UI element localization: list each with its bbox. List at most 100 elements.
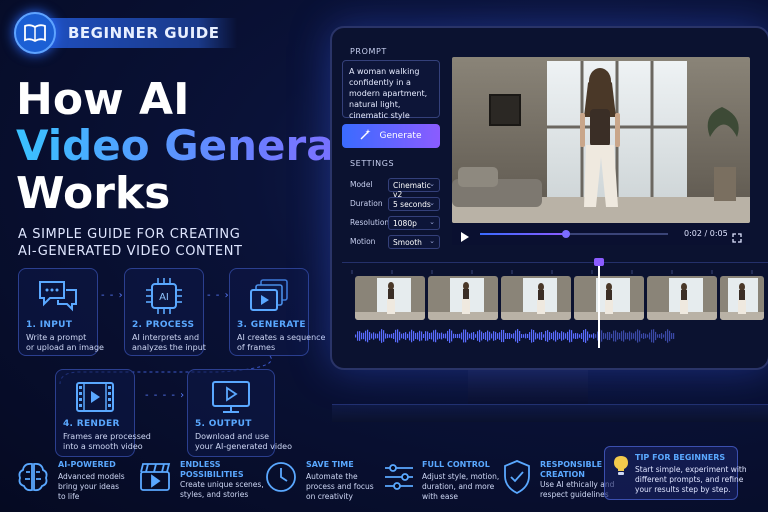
waveform-bar [357, 331, 359, 341]
tip-desc: Start simple, experiment with different p… [635, 465, 747, 494]
waveform-bar [385, 333, 387, 339]
chevron-down-icon: ⌄ [429, 180, 435, 188]
waveform-bar [575, 332, 577, 340]
waveform-bar [387, 333, 389, 339]
fullscreen-icon[interactable] [732, 228, 742, 247]
waveform-bar [393, 332, 395, 340]
waveform-bar [401, 333, 403, 339]
monitor-play-icon [209, 376, 253, 418]
feature-save-time-title: SAVE TIME [306, 460, 354, 469]
audio-waveform [355, 326, 681, 346]
subtitle-line-1: A SIMPLE GUIDE FOR CREATING [18, 227, 241, 242]
waveform-bar [565, 333, 567, 339]
waveform-bar [435, 329, 437, 343]
waveform-bar [409, 331, 411, 341]
waveform-bar [661, 333, 663, 339]
open-book-icon [14, 12, 56, 54]
waveform-bar [425, 331, 427, 341]
step-4-title: 4. RENDER [63, 419, 120, 429]
waveform-bar [647, 334, 649, 338]
waveform-bar [355, 334, 357, 338]
video-controls: 0:02 / 0:05 [452, 223, 750, 245]
waveform-bar [507, 333, 509, 339]
frame-thumbnail[interactable] [647, 276, 717, 320]
waveform-bar [625, 332, 627, 340]
feature-ai-powered-title: AI-POWERED [58, 460, 116, 469]
waveform-bar [617, 332, 619, 340]
frame-thumbnail[interactable] [720, 276, 764, 320]
waveform-bar [405, 332, 407, 340]
waveform-bar [421, 331, 423, 341]
waveform-bar [451, 330, 453, 342]
waveform-bar [481, 331, 483, 341]
waveform-bar [589, 334, 591, 338]
prompt-input[interactable]: A woman walking confidently in a modern … [342, 60, 440, 120]
duration-select[interactable]: 5 seconds ⌄ [388, 197, 440, 211]
waveform-bar [579, 334, 581, 338]
waveform-bar [601, 330, 603, 342]
waveform-bar [403, 333, 405, 339]
model-select[interactable]: Cinematic v2 ⌄ [388, 178, 440, 199]
waveform-bar [609, 332, 611, 340]
playhead[interactable] [593, 258, 604, 348]
badge-label: BEGINNER GUIDE [42, 18, 238, 48]
waveform-bar [567, 331, 569, 341]
step-3-title: 3. GENERATE [237, 320, 306, 330]
waveform-bar [649, 332, 651, 340]
chevron-down-icon: ⌄ [429, 237, 435, 245]
waveform-bar [671, 333, 673, 339]
waveform-bar [389, 334, 391, 338]
chevron-down-icon: ⌄ [429, 199, 435, 207]
motion-select[interactable]: Smooth ⌄ [388, 235, 440, 249]
tip-title: TIP FOR BEGINNERS [635, 453, 726, 462]
step-1-title: 1. INPUT [26, 320, 73, 330]
beginner-guide-badge: BEGINNER GUIDE [14, 12, 238, 54]
monitor-stand [468, 370, 588, 404]
waveform-bar [635, 331, 637, 341]
waveform-bar [637, 329, 639, 343]
waveform-bar [581, 332, 583, 340]
title-line-3: Works [16, 168, 171, 219]
film-strip-icon [71, 376, 119, 418]
waveform-bar [379, 331, 381, 341]
waveform-bar [655, 331, 657, 341]
waveform-bar [491, 333, 493, 339]
resolution-select[interactable]: 1080p ⌄ [388, 216, 440, 230]
frame-thumbnail[interactable] [574, 276, 644, 320]
waveform-bar [521, 333, 523, 339]
waveform-bar [569, 329, 571, 343]
waveform-bar [659, 334, 661, 338]
video-preview[interactable] [452, 57, 750, 223]
playhead-handle[interactable] [593, 258, 604, 266]
progress-track[interactable] [480, 230, 668, 238]
subtitle-line-2: AI-GENERATED VIDEO CONTENT [18, 244, 243, 259]
frame-thumbnail[interactable] [355, 276, 425, 320]
generate-button[interactable]: Generate [342, 124, 440, 148]
subtitle: A SIMPLE GUIDE FOR CREATING AI-GENERATED… [18, 226, 243, 260]
waveform-bar [373, 332, 375, 340]
setting-resolution: Resolution 1080p ⌄ [350, 216, 442, 232]
generate-label: Generate [379, 131, 422, 141]
waveform-bar [613, 330, 615, 342]
waveform-bar [381, 329, 383, 343]
progress-knob[interactable] [562, 230, 571, 238]
setting-model: Model Cinematic v2 ⌄ [350, 178, 442, 199]
time-readout: 0:02 / 0:05 [684, 229, 728, 238]
step-3-desc: AI creates a sequence of frames [237, 333, 326, 352]
magic-wand-icon [360, 129, 372, 143]
feature-endless-desc: Create unique scenes, styles, and stories [180, 480, 264, 499]
frame-thumbnail[interactable] [501, 276, 571, 320]
waveform-bar [539, 332, 541, 340]
waveform-bar [623, 330, 625, 342]
frame-thumbnail[interactable] [428, 276, 498, 320]
waveform-bar [473, 332, 475, 340]
waveform-bar [489, 331, 491, 341]
waveform-bar [363, 332, 365, 340]
timeline-ruler [342, 262, 768, 274]
play-button[interactable] [460, 228, 470, 247]
waveform-bar [503, 329, 505, 343]
waveform-bar [549, 331, 551, 341]
waveform-bar [653, 329, 655, 343]
waveform-bar [605, 333, 607, 339]
waveform-bar [479, 329, 481, 343]
